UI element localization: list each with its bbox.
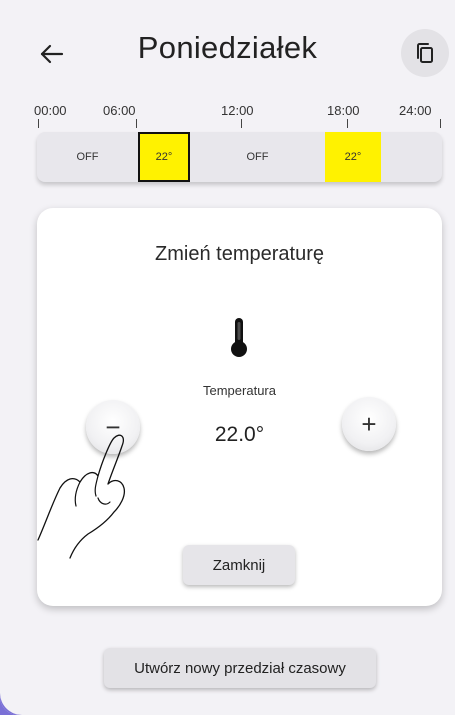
tick-mark — [136, 119, 137, 128]
timeline-segment-heat-selected[interactable]: 22° — [138, 132, 190, 182]
decrease-temperature-button[interactable]: − — [86, 400, 140, 454]
timeline-segment-off[interactable]: OFF — [190, 132, 325, 182]
timeline-segment-off[interactable] — [381, 132, 442, 182]
create-time-interval-button[interactable]: Utwórz nowy przedział czasowy — [104, 648, 376, 688]
tick-label-1: 06:00 — [103, 103, 136, 118]
tick-mark — [38, 119, 39, 128]
timeline-segment-off[interactable]: OFF — [37, 132, 138, 182]
tick-mark — [347, 119, 348, 128]
app-screen: Poniedziałek 00:00 06:00 12:00 18:00 24:… — [0, 0, 455, 715]
schedule-timeline: OFF 22° OFF 22° — [37, 132, 442, 182]
increase-temperature-button[interactable]: + — [342, 397, 396, 451]
tick-label-4: 24:00 — [399, 103, 432, 118]
thermometer-icon — [227, 316, 251, 360]
tick-label-0: 00:00 — [34, 103, 67, 118]
plus-icon: + — [361, 408, 377, 439]
temperature-label: Temperatura — [203, 383, 276, 398]
copy-icon — [417, 43, 433, 63]
close-button[interactable]: Zamknij — [183, 545, 295, 585]
tick-label-2: 12:00 — [221, 103, 254, 118]
tick-label-3: 18:00 — [327, 103, 360, 118]
tick-mark — [440, 119, 441, 128]
timeline-segment-heat[interactable]: 22° — [325, 132, 381, 182]
page-title: Poniedziałek — [137, 30, 318, 65]
dialog-title: Zmień temperaturę — [155, 243, 324, 265]
copy-button[interactable] — [401, 29, 449, 77]
change-temperature-dialog: Zmień temperaturę Temperatura 22.0° − + … — [37, 208, 442, 606]
tick-mark — [241, 119, 242, 128]
minus-icon: − — [105, 411, 121, 442]
